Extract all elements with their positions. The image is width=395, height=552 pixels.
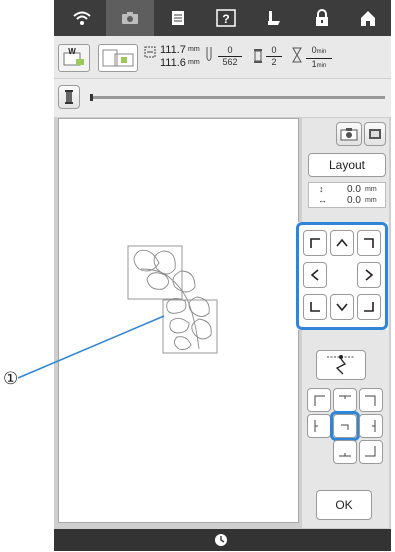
offset-readout: ↕ 0.0 mm ↔ 0.0 mm xyxy=(308,182,386,208)
stitch-current: 0 xyxy=(218,45,242,57)
home-icon[interactable] xyxy=(344,0,392,36)
top-right-position-icon xyxy=(365,395,376,406)
move-down-button[interactable] xyxy=(330,294,354,320)
corner-down-left-icon xyxy=(310,302,320,312)
start-middle-left-button[interactable] xyxy=(307,414,331,438)
embroidery-frame-icon[interactable] xyxy=(98,44,138,72)
presser-foot-icon[interactable] xyxy=(250,0,298,36)
embroidery-info-bar: W 111.7 mm 111.6 mm 0 562 0 2 0min 1min xyxy=(54,36,391,79)
start-top-left-button[interactable] xyxy=(307,388,331,412)
move-down-left-button[interactable] xyxy=(303,294,327,320)
camera-icon[interactable] xyxy=(106,0,154,36)
middle-right-position-icon xyxy=(372,420,376,432)
corner-up-right-icon xyxy=(364,238,374,248)
screen-icon xyxy=(369,129,381,139)
color-total: 2 xyxy=(271,57,277,67)
needle-icon xyxy=(204,46,214,69)
move-up-left-button[interactable] xyxy=(303,230,327,256)
top-center-position-icon xyxy=(339,395,351,399)
top-tab-bar: ? xyxy=(54,0,391,36)
vertical-offset-value: 0.0 xyxy=(347,184,361,195)
middle-left-position-icon xyxy=(314,420,318,432)
vertical-arrow-icon: ↕ xyxy=(319,184,324,194)
top-left-position-icon xyxy=(314,395,325,406)
svg-text:W: W xyxy=(68,47,76,56)
horizontal-arrow-icon: ↔ xyxy=(318,195,327,205)
move-right-button[interactable] xyxy=(357,262,381,288)
size-icon xyxy=(144,45,156,63)
pattern-width-value: 111.7 xyxy=(160,44,186,56)
callout-leader-line xyxy=(17,315,165,379)
bottom-center-position-icon xyxy=(339,453,351,457)
pattern-edit-icon[interactable]: W xyxy=(58,44,90,72)
chevron-right-icon xyxy=(365,269,374,281)
bottom-bar xyxy=(54,529,391,551)
start-center-button[interactable] xyxy=(333,414,357,438)
camera-scan-button[interactable] xyxy=(336,122,362,146)
color-count: 0 2 xyxy=(266,45,282,68)
layout-button[interactable]: Layout xyxy=(308,153,386,177)
vertical-offset-unit: mm xyxy=(365,186,377,193)
ok-button-label: OK xyxy=(335,498,353,512)
stitch-count: 0 562 xyxy=(218,45,242,68)
chevron-left-icon xyxy=(310,269,319,281)
start-top-right-button[interactable] xyxy=(359,388,383,412)
stitch-total: 562 xyxy=(222,57,238,67)
chevron-down-icon xyxy=(336,303,348,312)
chevron-up-icon xyxy=(336,238,348,247)
pattern-height-value: 111.6 xyxy=(160,57,186,69)
svg-text:?: ? xyxy=(222,12,229,26)
start-bottom-center-button[interactable] xyxy=(333,440,357,464)
thread-spool-icon xyxy=(253,48,263,69)
time-unit-top: min xyxy=(316,49,327,55)
stitch-progress-marker[interactable] xyxy=(90,94,93,101)
wifi-icon[interactable] xyxy=(58,0,106,36)
corner-up-left-icon xyxy=(310,238,320,248)
horizontal-offset-unit: mm xyxy=(365,197,377,204)
start-point-button[interactable] xyxy=(316,350,366,380)
screen-view-button[interactable] xyxy=(364,122,386,146)
corner-down-right-icon xyxy=(364,302,374,312)
camera-icon xyxy=(340,128,358,141)
time-unit-bottom: min xyxy=(316,63,327,69)
hourglass-icon xyxy=(292,47,302,68)
stitch-path-icon xyxy=(327,355,355,375)
clock-icon xyxy=(214,533,228,552)
move-left-button[interactable] xyxy=(303,262,327,288)
bottom-right-position-icon xyxy=(365,446,376,457)
lock-icon[interactable] xyxy=(298,0,346,36)
start-bottom-right-button[interactable] xyxy=(359,440,383,464)
move-down-right-button[interactable] xyxy=(357,294,381,320)
right-control-panel: Layout ↕ 0.0 mm ↔ 0.0 mm OK xyxy=(296,118,389,528)
ok-button[interactable]: OK xyxy=(316,490,372,520)
thread-color-button[interactable] xyxy=(58,85,80,109)
color-current: 0 xyxy=(266,45,282,57)
pattern-height-unit: mm xyxy=(188,59,200,66)
progress-row xyxy=(54,79,391,117)
help-icon[interactable]: ? xyxy=(202,0,250,36)
horizontal-offset-value: 0.0 xyxy=(347,195,361,206)
pattern-width-unit: mm xyxy=(188,46,200,53)
document-icon[interactable] xyxy=(154,0,202,36)
start-middle-right-button[interactable] xyxy=(359,414,383,438)
stitch-progress-track[interactable] xyxy=(92,96,385,99)
start-top-center-button[interactable] xyxy=(333,388,357,412)
move-up-button[interactable] xyxy=(330,230,354,256)
layout-button-label: Layout xyxy=(328,158,366,172)
sewing-time: 0min 1min xyxy=(306,45,332,72)
center-position-icon xyxy=(341,424,349,430)
callout-label: ① xyxy=(3,369,19,388)
move-up-right-button[interactable] xyxy=(357,230,381,256)
